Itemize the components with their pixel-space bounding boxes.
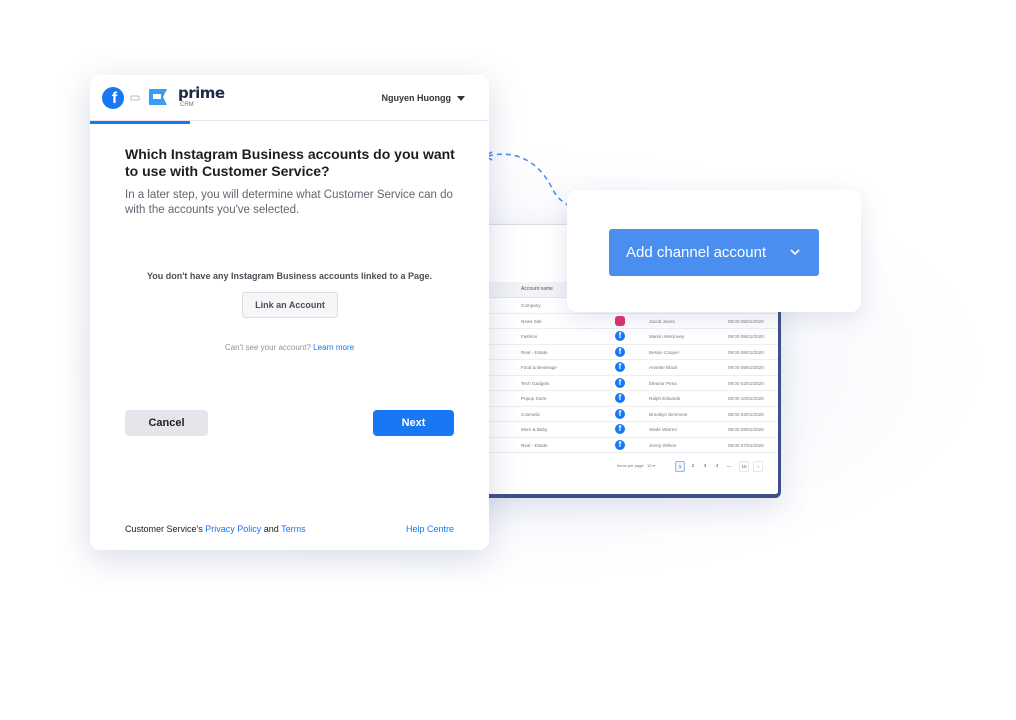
user-name: Nguyen Huongg: [381, 93, 452, 103]
contact-name-cell: Bessie Cooper: [649, 349, 680, 355]
account-cell: News Site: [521, 318, 542, 324]
next-button[interactable]: Next: [373, 410, 454, 436]
user-menu[interactable]: Nguyen Huongg: [381, 93, 465, 103]
page-button[interactable]: 2: [688, 461, 698, 472]
page-button[interactable]: 3: [700, 461, 710, 472]
time-cell: 09:00 09/01/2020: [728, 365, 764, 370]
facebook-icon: f: [615, 331, 625, 341]
account-cell: Cosmetic: [521, 411, 541, 417]
contact-name-cell: Jenny Wilson: [649, 442, 677, 448]
facebook-icon: f: [615, 362, 625, 372]
dialog-title: Which Instagram Business accounts do you…: [125, 146, 455, 179]
time-cell: 09:00 08/01/2020: [728, 349, 764, 355]
chevron-down-icon: ▾: [653, 463, 656, 468]
add-channel-account-label: Add channel account: [626, 244, 767, 261]
help-prefix: Can't see your account?: [224, 343, 311, 352]
next-page-icon[interactable]: ›: [753, 461, 763, 472]
add-channel-account-button[interactable]: Add channel account: [609, 229, 819, 276]
contact-name-cell: Ralph Edwards: [649, 396, 681, 401]
account-cell: Tech Gadgets: [521, 380, 550, 386]
account-cell: Company: [521, 303, 541, 308]
contact-name-cell: Brooklyn Simmons: [649, 411, 688, 417]
facebook-icon: f: [615, 346, 625, 357]
contact-name-cell: Jacob Jones: [649, 318, 675, 324]
contact-name-cell: Annette Black: [649, 365, 678, 370]
page-button[interactable]: 10: [739, 461, 749, 472]
help-centre-link[interactable]: Help Centre: [406, 524, 454, 534]
time-cell: 08:00 08/01/2020: [728, 334, 764, 339]
page-ellipsis: ...: [727, 463, 731, 468]
crm-subtitle: CRM: [180, 102, 194, 108]
swap-icon: [130, 95, 140, 101]
facebook-icon: f: [102, 87, 124, 109]
dialog-description: In a later step, you will determine what…: [125, 189, 453, 216]
prime-logo-text: prime: [178, 84, 225, 102]
instagram-accounts-dialog: f prime CRM Nguyen Huongg Which Instagra…: [90, 75, 489, 550]
time-cell: 08:00 03/01/2020: [728, 411, 764, 417]
footer-prefix: Customer Service's: [125, 524, 203, 534]
items-per-page-select[interactable]: 10: [647, 463, 651, 468]
link-account-button[interactable]: Link an Account: [242, 292, 338, 318]
cancel-button[interactable]: Cancel: [125, 410, 208, 436]
help-line: Can't see your account? Learn more: [90, 343, 489, 352]
caret-down-icon: [457, 95, 465, 101]
page-button[interactable]: 1: [675, 461, 685, 472]
dialog-header: f prime CRM Nguyen Huongg: [90, 75, 489, 121]
privacy-policy-link[interactable]: Privacy Policy: [205, 524, 261, 534]
facebook-icon: f: [615, 408, 625, 419]
time-cell: 09:00 10/01/2020: [728, 396, 764, 401]
terms-link[interactable]: Terms: [281, 524, 306, 534]
chevron-down-icon: [790, 249, 800, 256]
facebook-icon: f: [615, 377, 625, 388]
time-cell: 09:00 02/01/2020: [728, 380, 764, 386]
footer-policy: Customer Service's Privacy Policy and Te…: [125, 524, 306, 534]
facebook-icon: f: [615, 439, 625, 450]
learn-more-link[interactable]: Learn more: [313, 343, 354, 352]
account-cell: Fashion: [521, 334, 538, 339]
account-cell: Food & Beverage: [521, 365, 557, 370]
footer-and: and: [263, 524, 279, 534]
time-cell: 09:00 07/01/2020: [728, 442, 764, 448]
account-name-header: Account name: [521, 286, 553, 292]
items-per-page-label: Items per page: [617, 463, 644, 468]
time-cell: 08:00 09/01/2020: [728, 427, 764, 432]
account-cell: Mom & Baby: [521, 427, 548, 432]
contact-name-cell: Marvin McKinney: [649, 334, 685, 339]
account-cell: Popup Store: [521, 396, 547, 401]
pagination: Items per page 10 ▾ 1 2 3 4 ... 10 ›: [611, 461, 771, 473]
account-cell: Real - Estate: [521, 349, 548, 355]
prime-crm-logo-icon: [149, 89, 167, 105]
contact-name-cell: Wade Warren: [649, 427, 677, 432]
contact-name-cell: Eleanor Pena: [649, 380, 677, 386]
empty-state-message: You don't have any Instagram Business ac…: [146, 271, 433, 281]
time-cell: 09:00 05/01/2020: [728, 318, 764, 324]
channel-card: Add channel account: [567, 190, 861, 312]
facebook-icon: f: [615, 393, 625, 403]
progress-bar: [90, 121, 190, 124]
instagram-icon: [615, 315, 625, 326]
account-cell: Real - Estate: [521, 442, 548, 448]
page-button[interactable]: 4: [712, 461, 722, 472]
facebook-icon: f: [615, 424, 625, 434]
